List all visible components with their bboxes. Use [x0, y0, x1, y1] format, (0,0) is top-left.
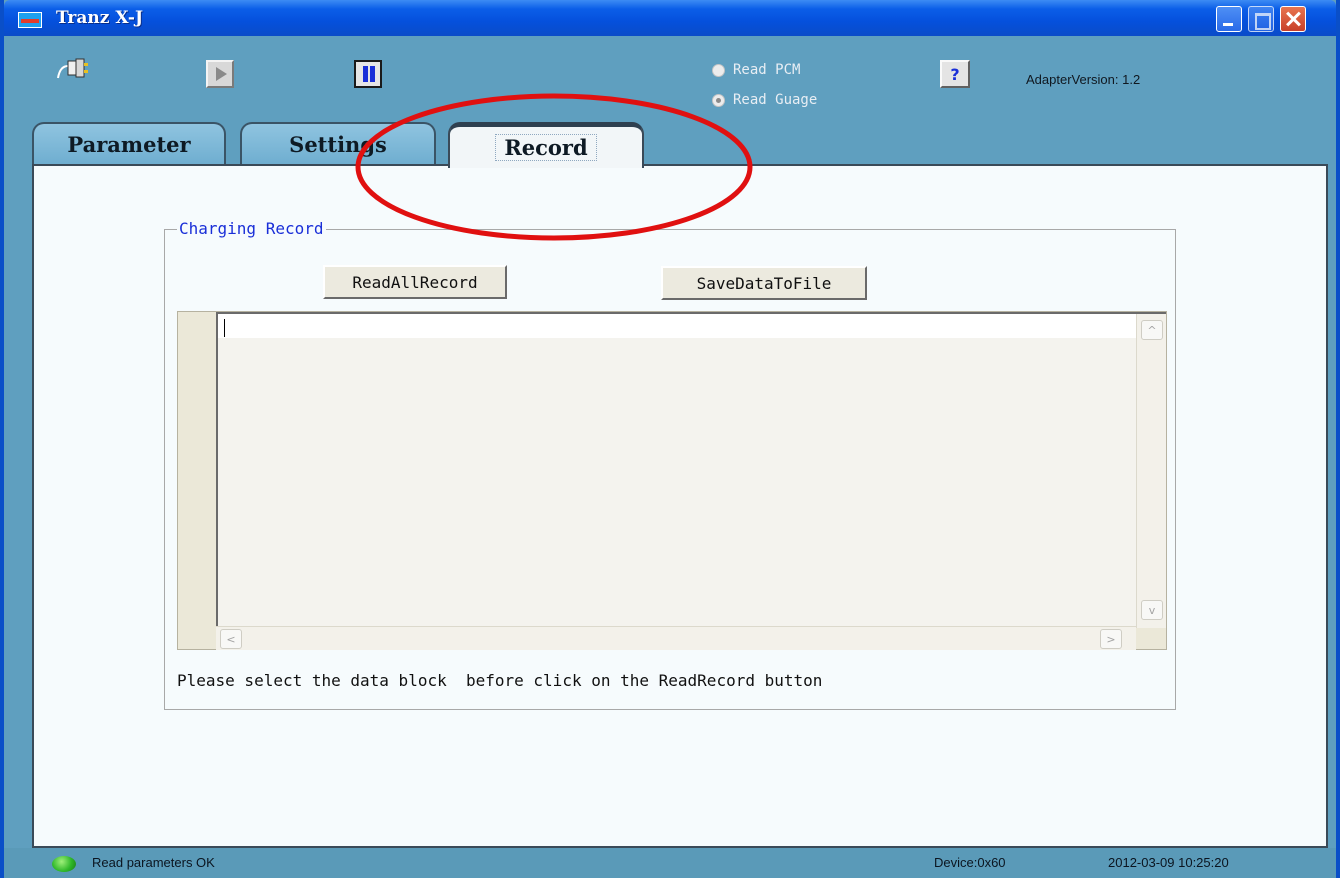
- scroll-left-icon[interactable]: <: [220, 629, 242, 649]
- radio-checked-icon: [712, 93, 725, 107]
- window-title: Tranz X-J: [56, 8, 144, 28]
- app-window: Tranz X-J Read PCM Read Guage ? AdapterV…: [0, 0, 1340, 878]
- scroll-right-icon[interactable]: >: [1100, 629, 1122, 649]
- tab-label: Parameter: [67, 131, 191, 157]
- instruction-text: Please select the data block before clic…: [177, 671, 823, 690]
- horizontal-scrollbar[interactable]: < >: [216, 626, 1136, 650]
- editor-background: [218, 338, 1136, 628]
- text-caret: [224, 319, 225, 337]
- tab-label: Settings: [289, 131, 387, 157]
- minimize-button[interactable]: [1216, 6, 1242, 32]
- connect-plug-icon[interactable]: [56, 56, 90, 82]
- tab-settings[interactable]: Settings: [240, 122, 436, 164]
- status-bar: Read parameters OK Device:0x60 2012-03-0…: [4, 848, 1336, 878]
- read-guage-radio[interactable]: Read Guage: [712, 90, 817, 110]
- record-output-frame: ^ v < >: [177, 311, 1167, 650]
- status-message: Read parameters OK: [92, 855, 215, 870]
- device-address: Device:0x60: [934, 855, 1006, 870]
- record-panel: Charging Record ReadAllRecord SaveDataTo…: [32, 164, 1328, 848]
- save-data-to-file-button[interactable]: SaveDataToFile: [661, 266, 867, 300]
- read-all-record-button[interactable]: ReadAllRecord: [323, 265, 507, 299]
- close-button[interactable]: [1280, 6, 1306, 32]
- pause-button[interactable]: [354, 60, 382, 88]
- scroll-up-icon[interactable]: ^: [1141, 320, 1163, 340]
- read-pcm-radio[interactable]: Read PCM: [712, 60, 800, 80]
- read-guage-label: Read Guage: [733, 92, 818, 108]
- adapter-version: AdapterVersion: 1.2: [1026, 72, 1141, 87]
- radio-unchecked-icon: [712, 63, 725, 77]
- maximize-button[interactable]: [1248, 6, 1274, 32]
- title-bar[interactable]: Tranz X-J: [4, 0, 1336, 36]
- tab-label: Record: [495, 134, 597, 161]
- play-button[interactable]: [206, 60, 234, 88]
- group-title: Charging Record: [177, 219, 326, 238]
- read-pcm-label: Read PCM: [733, 62, 801, 78]
- tab-record[interactable]: Record: [448, 122, 644, 168]
- app-icon: [18, 12, 42, 28]
- scroll-down-icon[interactable]: v: [1141, 600, 1163, 620]
- vertical-scrollbar[interactable]: ^ v: [1136, 314, 1166, 628]
- tab-parameter[interactable]: Parameter: [32, 122, 226, 164]
- help-cursor-icon: ?: [950, 64, 960, 84]
- charging-record-group: Charging Record ReadAllRecord SaveDataTo…: [164, 219, 1176, 710]
- record-output-textarea[interactable]: ^ v: [216, 312, 1166, 628]
- help-button[interactable]: ?: [940, 60, 970, 88]
- status-led-icon: [52, 856, 76, 872]
- status-timestamp: 2012-03-09 10:25:20: [1108, 855, 1229, 870]
